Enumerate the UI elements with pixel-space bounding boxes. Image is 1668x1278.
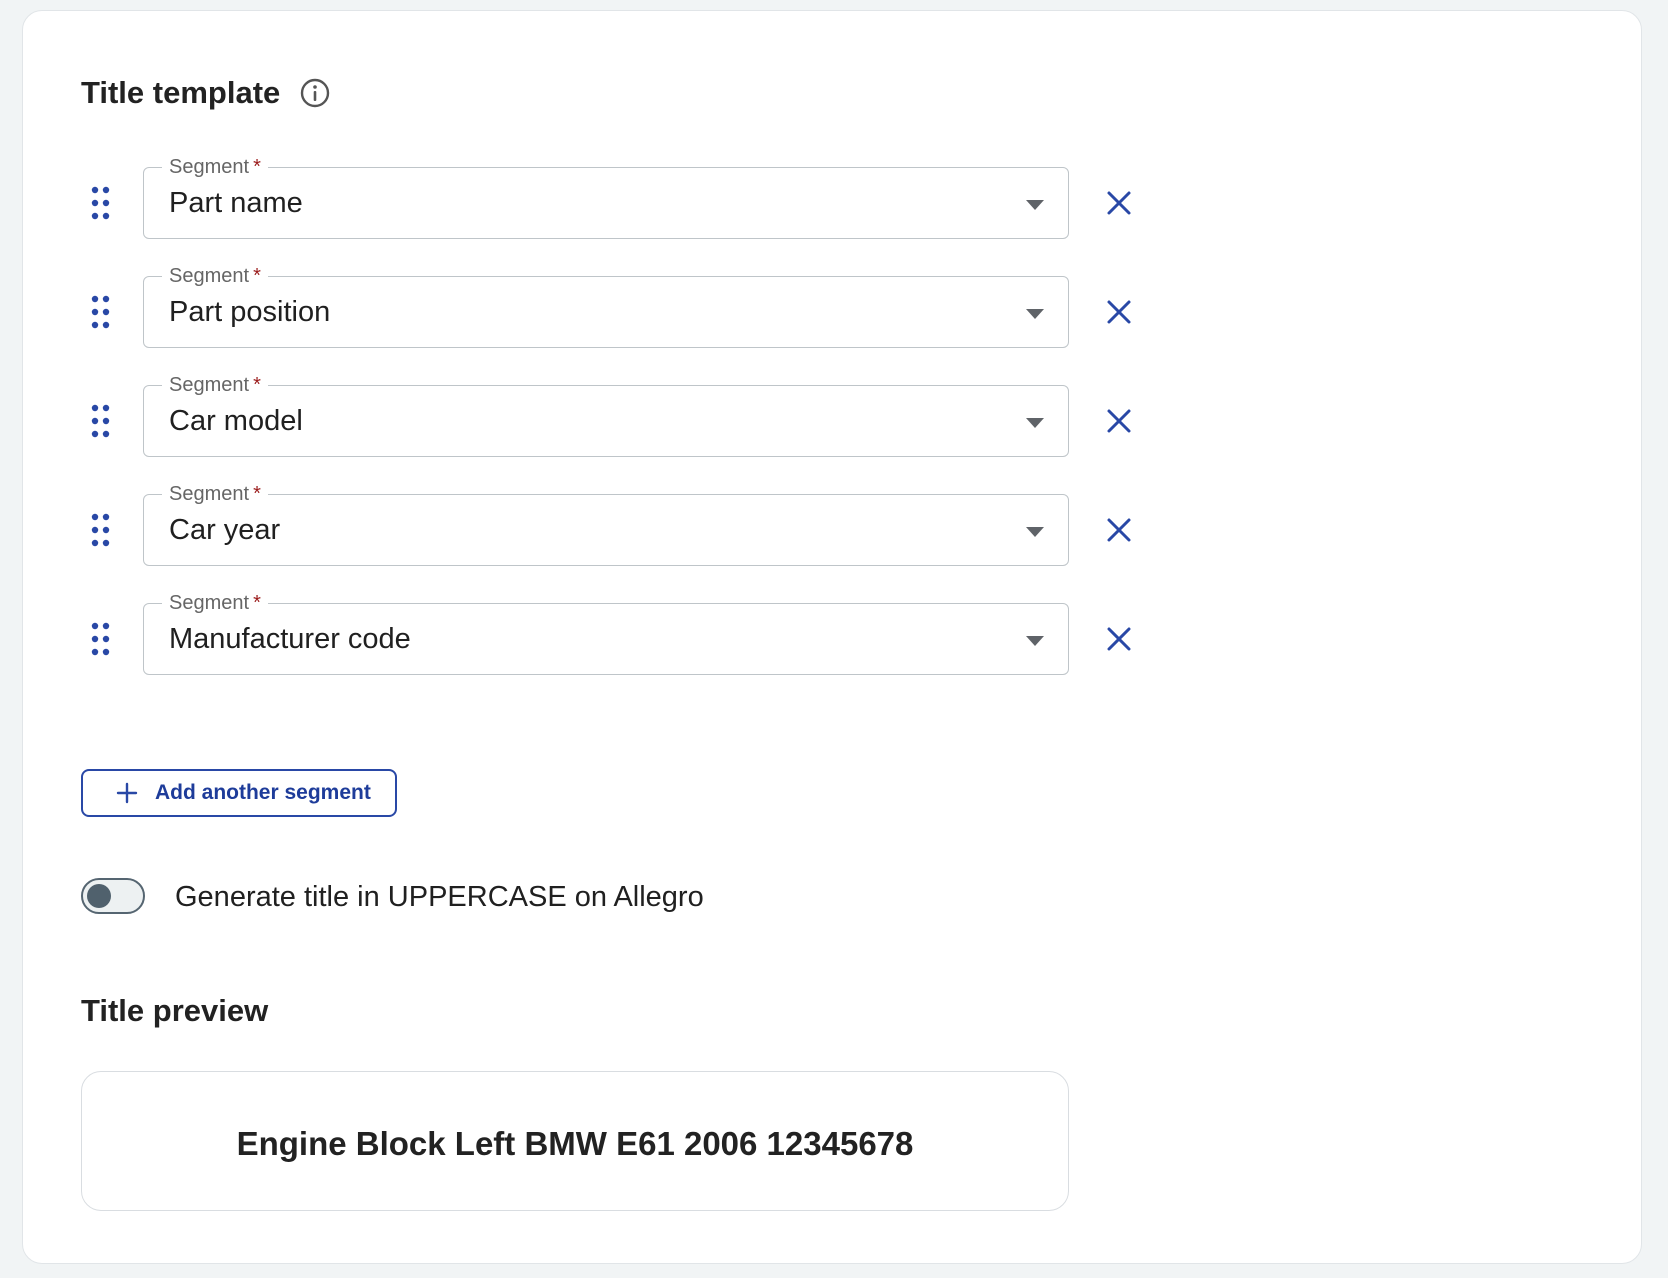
uppercase-toggle-label: Generate title in UPPERCASE on Allegro bbox=[175, 881, 704, 913]
segment-label: Segment * bbox=[162, 481, 268, 507]
add-segment-label: Add another segment bbox=[155, 781, 371, 804]
close-icon bbox=[1107, 191, 1131, 215]
chevron-down-icon[interactable] bbox=[1026, 527, 1044, 537]
segment-row: Segment * Part name bbox=[23, 154, 1643, 239]
title-preview-text: Engine Block Left BMW E61 2006 12345678 bbox=[236, 1125, 914, 1162]
segment-select[interactable]: Segment * Car year bbox=[143, 481, 1069, 566]
segment-row: Segment * Car year bbox=[23, 481, 1643, 566]
segment-value: Car model bbox=[169, 405, 303, 437]
required-mark: * bbox=[253, 265, 261, 287]
uppercase-toggle[interactable] bbox=[81, 878, 145, 914]
info-icon[interactable] bbox=[299, 77, 331, 109]
drag-handle-icon[interactable] bbox=[89, 294, 113, 330]
segment-label: Segment * bbox=[162, 263, 268, 289]
segment-select[interactable]: Segment * Manufacturer code bbox=[143, 590, 1069, 675]
remove-segment-button[interactable] bbox=[1101, 621, 1137, 657]
segment-label: Segment * bbox=[162, 372, 268, 398]
required-mark: * bbox=[253, 156, 261, 178]
segment-label-text: Segment bbox=[169, 265, 250, 287]
close-icon bbox=[1107, 518, 1131, 542]
segment-label-text: Segment bbox=[169, 483, 250, 505]
drag-handle-icon[interactable] bbox=[89, 512, 113, 548]
remove-segment-button[interactable] bbox=[1101, 185, 1137, 221]
segment-value: Car year bbox=[169, 514, 281, 546]
segment-select[interactable]: Segment * Part name bbox=[143, 154, 1069, 239]
chevron-down-icon[interactable] bbox=[1026, 200, 1044, 210]
segment-row: Segment * Part position bbox=[23, 263, 1643, 348]
close-icon bbox=[1107, 627, 1131, 651]
segment-label-text: Segment bbox=[169, 592, 250, 614]
add-segment-button[interactable]: Add another segment bbox=[81, 769, 397, 817]
remove-segment-button[interactable] bbox=[1101, 403, 1137, 439]
title-template-heading: Title template bbox=[81, 75, 281, 110]
title-template-card: Title template Segment * Part name Segme… bbox=[22, 10, 1642, 1264]
segment-label-text: Segment bbox=[169, 156, 250, 178]
title-preview-heading: Title preview bbox=[81, 993, 269, 1028]
chevron-down-icon[interactable] bbox=[1026, 636, 1044, 646]
remove-segment-button[interactable] bbox=[1101, 294, 1137, 330]
segment-select[interactable]: Segment * Car model bbox=[143, 372, 1069, 457]
title-preview-box: Engine Block Left BMW E61 2006 12345678 bbox=[81, 1071, 1069, 1211]
segment-label: Segment * bbox=[162, 154, 268, 180]
close-icon bbox=[1107, 300, 1131, 324]
segment-row: Segment * Manufacturer code bbox=[23, 590, 1643, 675]
segment-value: Part name bbox=[169, 187, 303, 219]
plus-icon bbox=[116, 782, 138, 804]
chevron-down-icon[interactable] bbox=[1026, 418, 1044, 428]
remove-segment-button[interactable] bbox=[1101, 512, 1137, 548]
required-mark: * bbox=[253, 592, 261, 614]
segment-select[interactable]: Segment * Part position bbox=[143, 263, 1069, 348]
drag-handle-icon[interactable] bbox=[89, 621, 113, 657]
drag-handle-icon[interactable] bbox=[89, 403, 113, 439]
drag-handle-icon[interactable] bbox=[89, 185, 113, 221]
segment-row: Segment * Car model bbox=[23, 372, 1643, 457]
chevron-down-icon[interactable] bbox=[1026, 309, 1044, 319]
required-mark: * bbox=[253, 374, 261, 396]
segment-label-text: Segment bbox=[169, 374, 250, 396]
close-icon bbox=[1107, 409, 1131, 433]
toggle-knob bbox=[87, 884, 111, 908]
segment-value: Manufacturer code bbox=[169, 623, 411, 655]
segment-value: Part position bbox=[169, 296, 331, 328]
segment-label: Segment * bbox=[162, 590, 268, 616]
required-mark: * bbox=[253, 483, 261, 505]
